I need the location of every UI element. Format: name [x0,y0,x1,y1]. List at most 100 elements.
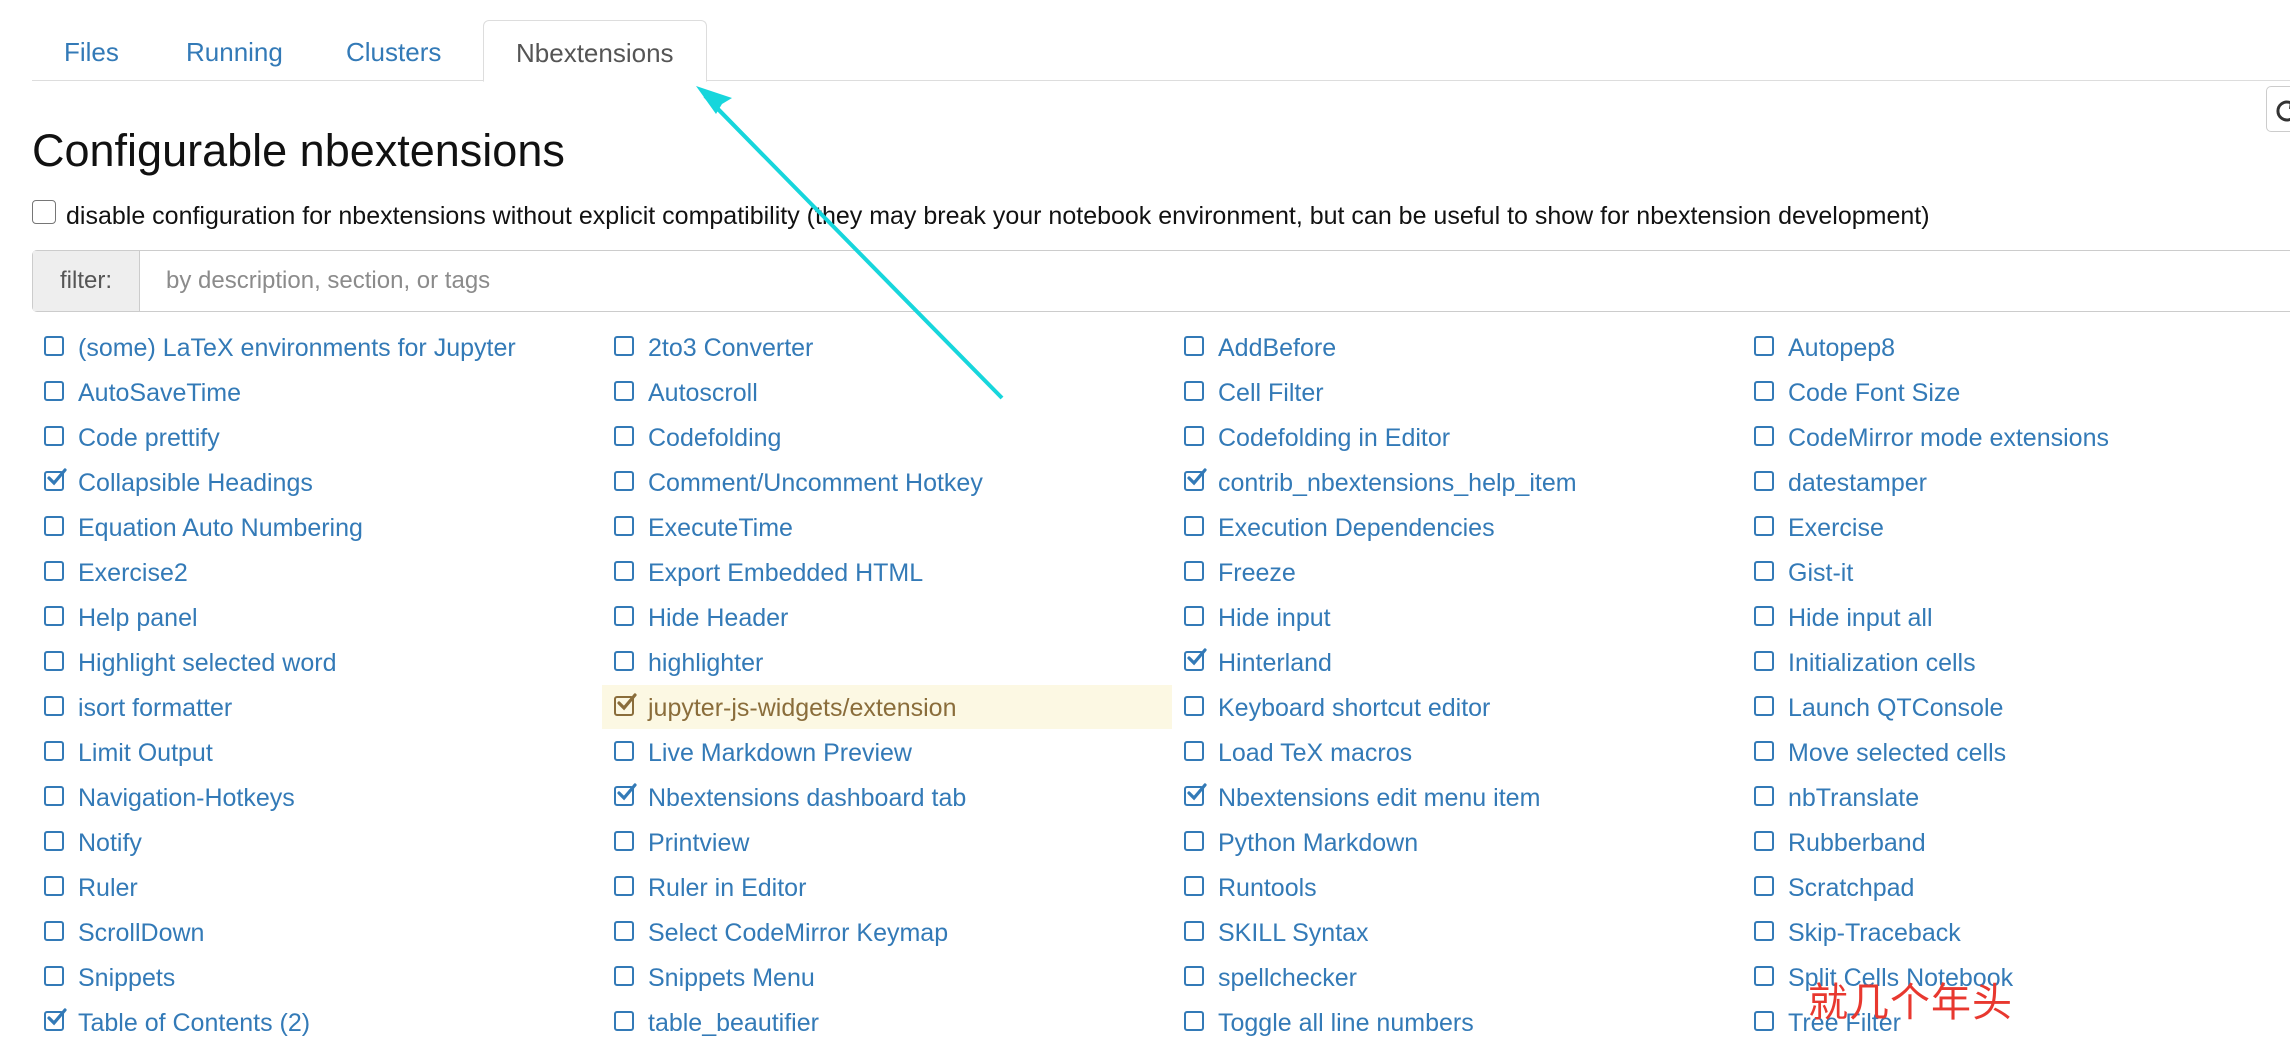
extension-item[interactable]: Live Markdown Preview [602,730,1172,774]
unchecked-checkbox-icon[interactable] [614,426,634,446]
unchecked-checkbox-icon[interactable] [614,831,634,851]
extension-item[interactable]: datestamper [1742,460,2290,504]
extension-item[interactable]: Autopep8 [1742,325,2290,369]
unchecked-checkbox-icon[interactable] [44,426,64,446]
unchecked-checkbox-icon[interactable] [44,831,64,851]
extension-item[interactable]: Nbextensions edit menu item [1172,775,1742,819]
unchecked-checkbox-icon[interactable] [1754,966,1774,986]
extension-item[interactable]: SKILL Syntax [1172,910,1742,954]
extension-item[interactable]: Comment/Uncomment Hotkey [602,460,1172,504]
unchecked-checkbox-icon[interactable] [44,561,64,581]
tab-clusters[interactable]: Clusters [314,20,473,80]
unchecked-checkbox-icon[interactable] [1184,336,1204,356]
unchecked-checkbox-icon[interactable] [614,471,634,491]
unchecked-checkbox-icon[interactable] [1184,516,1204,536]
extension-item[interactable]: Export Embedded HTML [602,550,1172,594]
unchecked-checkbox-icon[interactable] [614,561,634,581]
extension-item[interactable]: Code Font Size [1742,370,2290,414]
extension-item[interactable]: Initialization cells [1742,640,2290,684]
extension-item[interactable]: AutoSaveTime [32,370,602,414]
unchecked-checkbox-icon[interactable] [614,516,634,536]
unchecked-checkbox-icon[interactable] [614,966,634,986]
unchecked-checkbox-icon[interactable] [1754,516,1774,536]
extension-item[interactable]: Hinterland [1172,640,1742,684]
unchecked-checkbox-icon[interactable] [1184,876,1204,896]
extension-item[interactable]: Snippets Menu [602,955,1172,999]
unchecked-checkbox-icon[interactable] [44,966,64,986]
unchecked-checkbox-icon[interactable] [614,381,634,401]
unchecked-checkbox-icon[interactable] [1184,606,1204,626]
tab-nbextensions[interactable]: Nbextensions [483,20,707,82]
unchecked-checkbox-icon[interactable] [614,336,634,356]
unchecked-checkbox-icon[interactable] [1184,741,1204,761]
extension-item[interactable]: Nbextensions dashboard tab [602,775,1172,819]
extension-item[interactable]: Toggle all line numbers [1172,1000,1742,1044]
extension-item[interactable]: Navigation-Hotkeys [32,775,602,819]
extension-item[interactable]: Gist-it [1742,550,2290,594]
unchecked-checkbox-icon[interactable] [614,651,634,671]
checked-checkbox-icon[interactable] [614,693,637,716]
extension-item[interactable]: Python Markdown [1172,820,1742,864]
extension-item[interactable]: Code prettify [32,415,602,459]
extension-item[interactable]: Table of Contents (2) [32,1000,602,1044]
extension-item[interactable]: Codefolding in Editor [1172,415,1742,459]
extension-item[interactable]: Help panel [32,595,602,639]
unchecked-checkbox-icon[interactable] [614,741,634,761]
extension-item[interactable]: nbTranslate [1742,775,2290,819]
checked-checkbox-icon[interactable] [1184,468,1207,491]
unchecked-checkbox-icon[interactable] [1754,381,1774,401]
tab-files[interactable]: Files [32,20,151,80]
extension-item[interactable]: Keyboard shortcut editor [1172,685,1742,729]
unchecked-checkbox-icon[interactable] [614,1011,634,1031]
tab-running[interactable]: Running [154,20,315,80]
unchecked-checkbox-icon[interactable] [1184,426,1204,446]
extension-item[interactable]: Notify [32,820,602,864]
unchecked-checkbox-icon[interactable] [1184,1011,1204,1031]
extension-item[interactable]: Ruler in Editor [602,865,1172,909]
unchecked-checkbox-icon[interactable] [1754,786,1774,806]
extension-item[interactable]: contrib_nbextensions_help_item [1172,460,1742,504]
extension-item[interactable]: Limit Output [32,730,602,774]
unchecked-checkbox-icon[interactable] [1184,921,1204,941]
extension-item[interactable]: Skip-Traceback [1742,910,2290,954]
extension-item[interactable]: Freeze [1172,550,1742,594]
extension-item[interactable]: CodeMirror mode extensions [1742,415,2290,459]
unchecked-checkbox-icon[interactable] [1754,1011,1774,1031]
extension-item[interactable]: 2to3 Converter [602,325,1172,369]
unchecked-checkbox-icon[interactable] [44,336,64,356]
extension-item[interactable]: Load TeX macros [1172,730,1742,774]
checked-checkbox-icon[interactable] [614,783,637,806]
unchecked-checkbox-icon[interactable] [614,606,634,626]
unchecked-checkbox-icon[interactable] [44,516,64,536]
extension-item[interactable]: Hide input [1172,595,1742,639]
extension-item[interactable]: jupyter-js-widgets/extension [602,685,1172,729]
unchecked-checkbox-icon[interactable] [44,651,64,671]
extension-item[interactable]: spellchecker [1172,955,1742,999]
extension-item[interactable]: highlighter [602,640,1172,684]
checked-checkbox-icon[interactable] [1184,783,1207,806]
unchecked-checkbox-icon[interactable] [1754,696,1774,716]
extension-item[interactable]: (some) LaTeX environments for Jupyter [32,325,602,369]
unchecked-checkbox-icon[interactable] [44,381,64,401]
unchecked-checkbox-icon[interactable] [1754,426,1774,446]
unchecked-checkbox-icon[interactable] [1754,921,1774,941]
unchecked-checkbox-icon[interactable] [44,921,64,941]
extension-item[interactable]: Rubberband [1742,820,2290,864]
extension-item[interactable]: AddBefore [1172,325,1742,369]
extension-item[interactable]: ScrollDown [32,910,602,954]
extension-item[interactable]: Move selected cells [1742,730,2290,774]
unchecked-checkbox-icon[interactable] [1184,696,1204,716]
extension-item[interactable]: Hide input all [1742,595,2290,639]
unchecked-checkbox-icon[interactable] [44,606,64,626]
unchecked-checkbox-icon[interactable] [1754,831,1774,851]
unchecked-checkbox-icon[interactable] [1754,561,1774,581]
unchecked-checkbox-icon[interactable] [1184,381,1204,401]
extension-item[interactable]: Exercise2 [32,550,602,594]
unchecked-checkbox-icon[interactable] [44,786,64,806]
refresh-button[interactable] [2266,86,2290,132]
extension-item[interactable]: Execution Dependencies [1172,505,1742,549]
unchecked-checkbox-icon[interactable] [1184,966,1204,986]
filter-input[interactable] [140,251,2290,311]
extension-item[interactable]: Runtools [1172,865,1742,909]
extension-item[interactable]: Autoscroll [602,370,1172,414]
